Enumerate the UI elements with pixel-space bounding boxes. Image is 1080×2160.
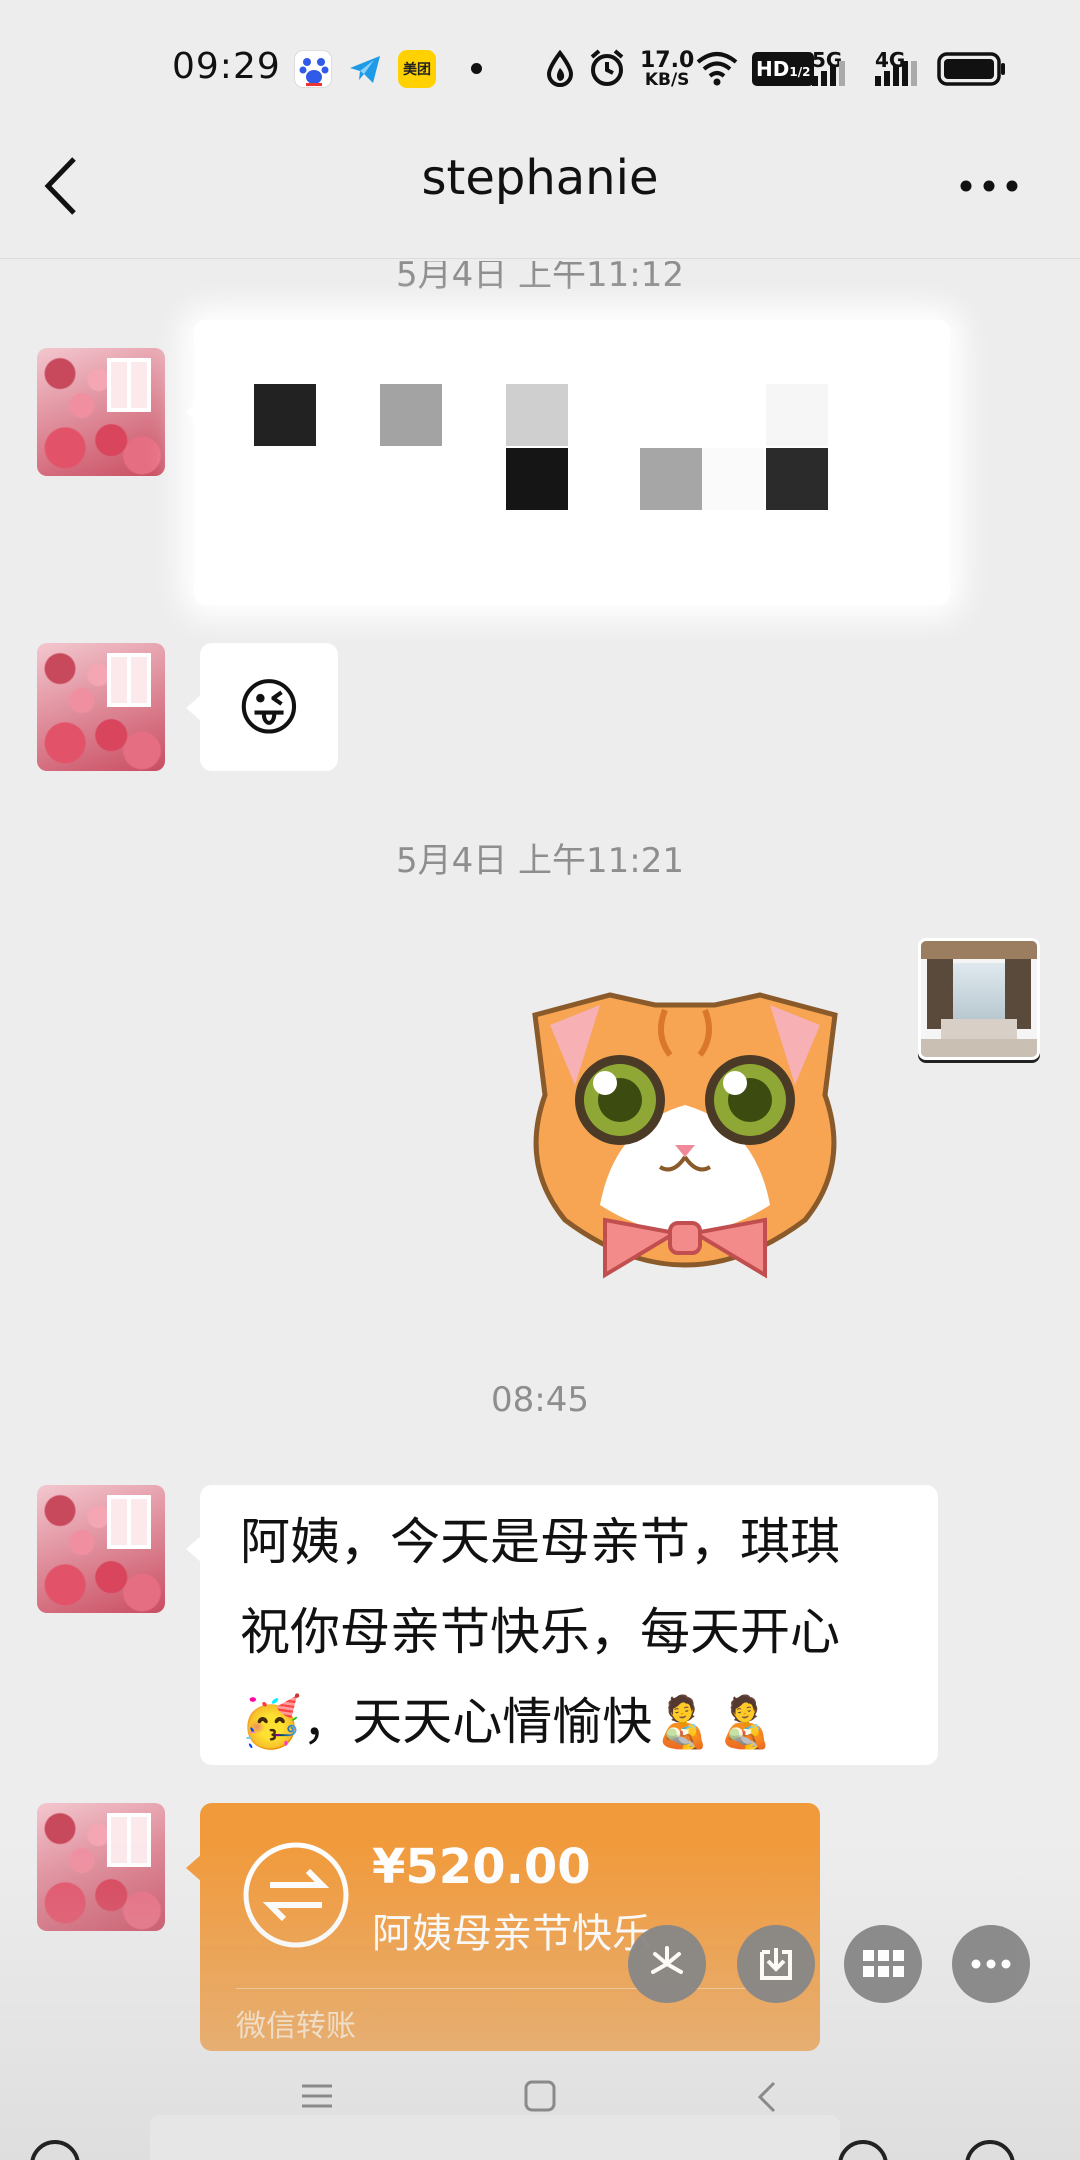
notification-dot <box>471 63 482 74</box>
meituan-label: 美团 <box>403 62 431 78</box>
transfer-footer: 微信转账 <box>236 2009 356 2044</box>
timestamp-3: 08:45 <box>491 1380 589 1420</box>
text-message-segment: 🥳，天天心情愉快 <box>240 1693 653 1751</box>
baidu-app-icon <box>294 50 332 88</box>
transfer-card[interactable]: ¥520.00 阿姨母亲节快乐 微信转账 <box>200 1803 820 2051</box>
avatar[interactable] <box>37 348 165 476</box>
pixel-block <box>506 448 568 510</box>
hd-label: HD <box>756 57 790 81</box>
pixel-block <box>506 384 568 446</box>
cat-sticker[interactable] <box>505 975 865 1295</box>
pinwheel-icon <box>651 1946 683 1974</box>
network-speed-unit: KB/S <box>644 70 690 90</box>
pixel-block <box>702 448 764 510</box>
header-divider <box>0 258 1080 259</box>
save-download-icon <box>760 1948 792 1980</box>
wifi-icon <box>696 52 738 86</box>
signal-5g-icon <box>812 61 845 86</box>
transfer-amount: ¥520.00 <box>372 1839 591 1895</box>
more-dots-icon <box>971 1959 1011 1969</box>
alarm-icon <box>590 49 624 86</box>
pixel-block <box>380 384 442 446</box>
grid-icon <box>863 1950 904 1977</box>
chat-title: stephanie <box>421 150 659 206</box>
timestamp-2: 5月4日 上午11:21 <box>395 841 685 881</box>
timestamp-1-clip: 5月4日 上午11:12 <box>0 261 1080 291</box>
avatar[interactable] <box>37 1803 165 1931</box>
pinwheel-button[interactable] <box>628 1925 706 2003</box>
pixel-block <box>640 448 702 510</box>
meituan-app-icon: 美团 <box>398 50 436 88</box>
avatar[interactable] <box>37 643 165 771</box>
input-bar-field[interactable] <box>150 2115 840 2160</box>
back-chevron-icon[interactable] <box>756 2080 778 2114</box>
home-square-icon[interactable] <box>524 2080 556 2112</box>
text-message-bubble[interactable]: 阿姨，今天是母亲节，琪琪 祝你母亲节快乐，每天开心 🥳，天天心情愉快🧑‍🍼🧑‍🍼 <box>200 1485 938 1765</box>
status-time: 09:29 <box>172 46 281 87</box>
hd-badge: HD1/2 <box>752 52 815 86</box>
status-bar: 09:29 美团 17.0 KB/S HD1/2 5G 4G <box>0 0 1080 135</box>
apps-grid-button[interactable] <box>844 1925 922 2003</box>
more-dots-icon[interactable] <box>958 178 1020 194</box>
network-speed-value: 17.0 <box>640 48 695 73</box>
telegram-app-icon <box>346 50 384 88</box>
text-message-emoji: 🧑‍🍼🧑‍🍼 <box>652 1693 777 1751</box>
timestamp-1: 5月4日 上午11:12 <box>395 261 685 291</box>
pixel-block <box>766 448 828 510</box>
emoji-message: 😜 <box>236 670 302 744</box>
my-avatar[interactable] <box>918 938 1040 1060</box>
battery-icon <box>937 52 1005 86</box>
emoji-message-bubble[interactable]: 😜 <box>200 643 338 771</box>
data-drop-icon <box>546 50 574 87</box>
transfer-note: 阿姨母亲节快乐 <box>372 1911 652 1957</box>
network-speed: 17.0 KB/S <box>640 50 694 89</box>
avatar[interactable] <box>37 1485 165 1613</box>
text-message-line: 阿姨，今天是母亲节，琪琪 <box>240 1513 840 1571</box>
input-bar-emoji-button[interactable] <box>838 2140 888 2160</box>
text-message-line: 祝你母亲节快乐，每天开心 <box>240 1603 840 1661</box>
more-actions-button[interactable] <box>952 1925 1030 2003</box>
input-bar-plus-button[interactable] <box>965 2140 1015 2160</box>
pixel-block <box>766 384 828 446</box>
transfer-divider <box>236 1988 786 1989</box>
blurred-image-message[interactable] <box>194 320 950 605</box>
text-message-line: 🥳，天天心情愉快🧑‍🍼🧑‍🍼 <box>240 1677 938 1767</box>
transfer-arrows-icon <box>243 1842 349 1948</box>
input-bar-voice-button[interactable] <box>30 2140 80 2160</box>
save-button[interactable] <box>737 1925 815 2003</box>
signal-4g-icon <box>875 61 917 86</box>
pixel-block <box>254 384 316 446</box>
menu-icon[interactable] <box>300 2083 334 2109</box>
